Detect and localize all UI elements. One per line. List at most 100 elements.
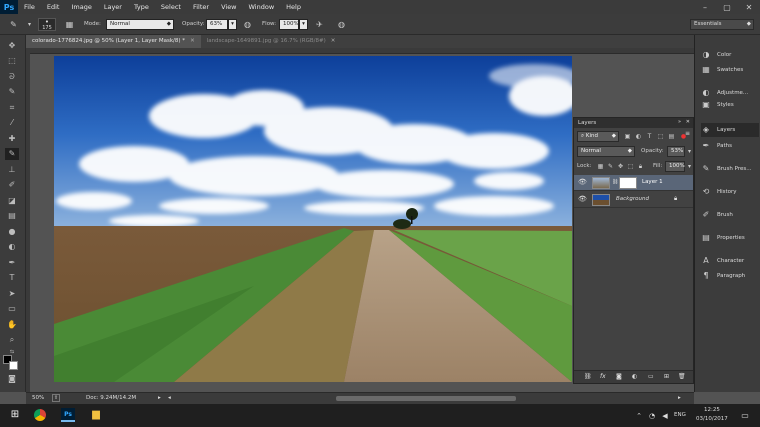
close-panel-icon[interactable]: ✕ (686, 119, 690, 125)
marquee-tool-icon[interactable]: ⬚ (5, 55, 19, 67)
history-brush-tool-icon[interactable]: ✐ (5, 179, 19, 191)
new-layer-icon[interactable]: ⊞ (664, 373, 669, 380)
filter-adjustment-icon[interactable]: ◐ (633, 131, 644, 142)
dock-history[interactable]: ⟲ History (701, 185, 759, 199)
scroll-right-icon[interactable]: ▸ (678, 395, 681, 401)
mode-select[interactable]: Normal ◆ (106, 19, 174, 30)
menu-help[interactable]: Help (280, 3, 307, 11)
layer-style-icon[interactable]: fx (600, 373, 606, 380)
quick-mask-icon[interactable]: ◙ (5, 373, 19, 385)
dock-paragraph[interactable]: ¶ Paragraph (701, 269, 759, 283)
eraser-tool-icon[interactable]: ◪ (5, 195, 19, 207)
dock-color[interactable]: ◑ Color (701, 48, 759, 62)
document-image[interactable] (54, 56, 572, 382)
horizontal-scrollbar[interactable] (336, 396, 516, 401)
menu-view[interactable]: View (215, 3, 242, 11)
brush-panel-icon[interactable]: ▦ (64, 19, 75, 30)
opacity-slider-toggle[interactable]: ▾ (228, 19, 237, 30)
windows-start-icon[interactable]: ⊞ (8, 408, 22, 422)
tray-expand-icon[interactable]: ⌃ (632, 409, 646, 423)
menu-layer[interactable]: Layer (98, 3, 128, 11)
file-explorer-icon[interactable]: ▆ (89, 408, 103, 422)
new-group-icon[interactable]: ▭ (648, 373, 654, 380)
layer-opacity-input[interactable]: 53% (667, 146, 685, 157)
quick-select-tool-icon[interactable]: ✎ (5, 86, 19, 98)
pressure-size-icon[interactable]: ◍ (336, 19, 347, 30)
airbrush-icon[interactable]: ✈ (314, 19, 325, 30)
blur-tool-icon[interactable]: ● (5, 226, 19, 238)
tab-colorado[interactable]: colorado-1776824.jpg @ 50% (Layer 1, Lay… (26, 35, 201, 48)
adjustment-layer-icon[interactable]: ◐ (632, 373, 637, 380)
link-icon[interactable]: ⛓︎ (612, 179, 618, 185)
wifi-icon[interactable]: ◔ (645, 409, 659, 423)
dock-styles[interactable]: ▣ Styles (701, 100, 759, 110)
layer-name[interactable]: Background (616, 196, 649, 202)
blend-mode-select[interactable]: Normal ◆ (577, 146, 635, 157)
move-tool-icon[interactable]: ✥ (5, 40, 19, 52)
clone-stamp-tool-icon[interactable]: ⊥ (5, 164, 19, 176)
layer-filter-select[interactable]: ⌕ Kind ◆ (577, 131, 619, 142)
layer-name[interactable]: Layer 1 (642, 179, 663, 185)
dock-character[interactable]: A Character (701, 254, 759, 268)
minimize-icon[interactable]: – (694, 0, 716, 14)
filter-smart-object-icon[interactable]: ▤ (666, 131, 677, 142)
dock-brush[interactable]: ✐ Brush (701, 208, 759, 222)
notifications-icon[interactable]: ▭ (738, 409, 752, 423)
filter-pixel-icon[interactable]: ▣ (622, 131, 633, 142)
dock-adjustments[interactable]: ◐ Adjustme... (701, 86, 759, 100)
lasso-tool-icon[interactable]: ᘐ (5, 71, 19, 83)
brush-preset-picker[interactable]: • 175 (38, 18, 56, 31)
clock-date[interactable]: 03/10/2017 (696, 416, 728, 422)
close-tab-icon[interactable]: ✕ (331, 38, 336, 44)
zoom-tool-icon[interactable]: ⌕ (5, 334, 19, 346)
maximize-icon[interactable]: ▢ (716, 0, 738, 14)
close-icon[interactable]: ✕ (738, 0, 760, 14)
menu-type[interactable]: Type (128, 3, 155, 11)
close-tab-icon[interactable]: ✕ (190, 38, 195, 44)
workspace-select[interactable]: Essentials ◆ (690, 19, 754, 30)
flow-slider-toggle[interactable]: ▾ (299, 19, 308, 30)
scroll-left-icon[interactable]: ◂ (168, 395, 171, 401)
layer-row-background[interactable]: 👁︎ Background 🔒︎ (574, 192, 693, 208)
menu-select[interactable]: Select (155, 3, 187, 11)
status-menu-icon[interactable]: ▸ (158, 395, 161, 401)
brush-tool-icon[interactable]: ✎ (8, 19, 19, 30)
filter-toggle-icon[interactable]: ● (678, 131, 689, 142)
dock-brush-presets[interactable]: ✎ Brush Pres... (701, 162, 759, 176)
link-layers-icon[interactable]: ⛓︎ (584, 373, 592, 380)
clock-time[interactable]: 12:25 (704, 407, 720, 413)
tab-landscape[interactable]: landscape-1649891.jpg @ 16.7% (RGB/8#) ✕ (201, 35, 342, 48)
dock-swatches[interactable]: ▦ Swatches (701, 63, 759, 77)
dock-properties[interactable]: ▤ Properties (701, 231, 759, 245)
crop-tool-icon[interactable]: ⌗ (5, 102, 19, 114)
lock-all-icon[interactable]: 🔒︎ (635, 161, 646, 172)
menu-filter[interactable]: Filter (187, 3, 215, 11)
brush-tool-active-icon[interactable]: ✎ (5, 148, 19, 160)
layers-panel-title[interactable]: Layers (574, 118, 693, 128)
flow-input[interactable]: 100% (279, 19, 299, 30)
type-tool-icon[interactable]: T (5, 272, 19, 284)
chrome-icon[interactable] (34, 409, 46, 421)
opacity-input[interactable]: 63% (206, 19, 228, 30)
menu-file[interactable]: File (18, 3, 41, 11)
layer-mask-thumbnail[interactable] (619, 177, 637, 189)
pen-tool-icon[interactable]: ✒ (5, 257, 19, 269)
volume-icon[interactable]: ◀ (658, 409, 672, 423)
gradient-tool-icon[interactable]: ▤ (5, 210, 19, 222)
dock-layers[interactable]: ◈ Layers (701, 123, 759, 137)
rectangle-tool-icon[interactable]: ▭ (5, 303, 19, 315)
menu-window[interactable]: Window (243, 3, 281, 11)
layer-row-layer1[interactable]: 👁︎ ⛓︎ Layer 1 (574, 175, 693, 191)
visibility-eye-icon[interactable]: 👁︎ (578, 178, 587, 186)
photoshop-taskbar-icon[interactable]: Ps (61, 408, 75, 422)
hand-tool-icon[interactable]: ✋ (5, 319, 19, 331)
filter-shape-icon[interactable]: ⬚ (655, 131, 666, 142)
background-color-swatch[interactable] (9, 361, 18, 370)
pressure-opacity-icon[interactable]: ◍ (242, 19, 253, 30)
healing-brush-tool-icon[interactable]: ✚ (5, 133, 19, 145)
path-selection-tool-icon[interactable]: ➤ (5, 288, 19, 300)
menu-edit[interactable]: Edit (41, 3, 66, 11)
dock-paths[interactable]: ✒ Paths (701, 139, 759, 153)
visibility-eye-icon[interactable]: 👁︎ (578, 195, 587, 203)
collapse-panel-icon[interactable]: » (678, 119, 681, 125)
